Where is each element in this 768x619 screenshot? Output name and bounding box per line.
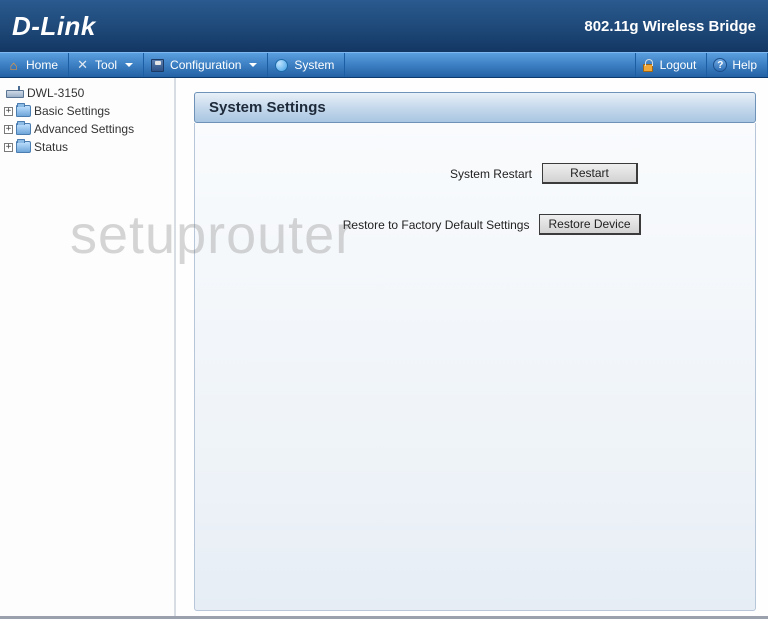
restart-button[interactable]: Restart [542, 163, 638, 184]
tree-item-basic-settings[interactable]: + Basic Settings [4, 102, 170, 120]
toolbar-spacer [345, 53, 635, 77]
tree-item-label: Advanced Settings [34, 122, 134, 136]
header-bar: D-Link 802.11g Wireless Bridge [0, 0, 768, 52]
row-restore-factory: Restore to Factory Default Settings Rest… [225, 214, 725, 235]
toolbar-tool-label: Tool [95, 58, 117, 72]
globe-icon [274, 58, 289, 73]
toolbar-help-label: Help [732, 58, 757, 72]
folder-icon [16, 141, 31, 153]
sidebar-tree: DWL-3150 + Basic Settings + Advanced Set… [0, 78, 176, 616]
tool-icon: ✕ [75, 58, 90, 73]
expand-icon[interactable]: + [4, 125, 13, 134]
brand-logo: D-Link [12, 11, 96, 42]
disk-icon [150, 58, 165, 73]
expand-icon[interactable]: + [4, 107, 13, 116]
toolbar-home[interactable]: ⌂ Home [0, 53, 69, 77]
tree-item-label: Basic Settings [34, 104, 110, 118]
expand-icon[interactable]: + [4, 143, 13, 152]
device-icon [6, 87, 22, 99]
label-system-restart: System Restart [312, 167, 532, 181]
folder-icon [16, 105, 31, 117]
body-area: DWL-3150 + Basic Settings + Advanced Set… [0, 78, 768, 616]
toolbar-system-label: System [294, 58, 334, 72]
toolbar-logout[interactable]: Logout [636, 53, 708, 77]
tree-device-label: DWL-3150 [27, 86, 84, 100]
tree-device[interactable]: DWL-3150 [4, 84, 170, 102]
toolbar-system[interactable]: System [268, 53, 345, 77]
panel-title: System Settings [194, 92, 756, 123]
panel-body: System Restart Restart Restore to Factor… [194, 123, 756, 611]
top-toolbar: ⌂ Home ✕ Tool Configuration System Logou… [0, 52, 768, 78]
toolbar-home-label: Home [26, 58, 58, 72]
home-icon: ⌂ [6, 58, 21, 73]
main-panel: System Settings System Restart Restart R… [176, 78, 768, 616]
toolbar-configuration-label: Configuration [170, 58, 241, 72]
lock-icon [642, 59, 655, 72]
toolbar-help[interactable]: ? Help [707, 53, 768, 77]
toolbar-logout-label: Logout [660, 58, 697, 72]
toolbar-configuration[interactable]: Configuration [144, 53, 268, 77]
tree-item-advanced-settings[interactable]: + Advanced Settings [4, 120, 170, 138]
label-restore-factory: Restore to Factory Default Settings [309, 218, 529, 232]
tree-item-status[interactable]: + Status [4, 138, 170, 156]
toolbar-tool[interactable]: ✕ Tool [69, 53, 144, 77]
row-system-restart: System Restart Restart [225, 163, 725, 184]
restore-device-button[interactable]: Restore Device [539, 214, 640, 235]
tree-item-label: Status [34, 140, 68, 154]
folder-icon [16, 123, 31, 135]
chevron-down-icon [249, 63, 257, 67]
product-title: 802.11g Wireless Bridge [584, 18, 756, 35]
chevron-down-icon [125, 63, 133, 67]
help-icon: ? [713, 58, 727, 72]
